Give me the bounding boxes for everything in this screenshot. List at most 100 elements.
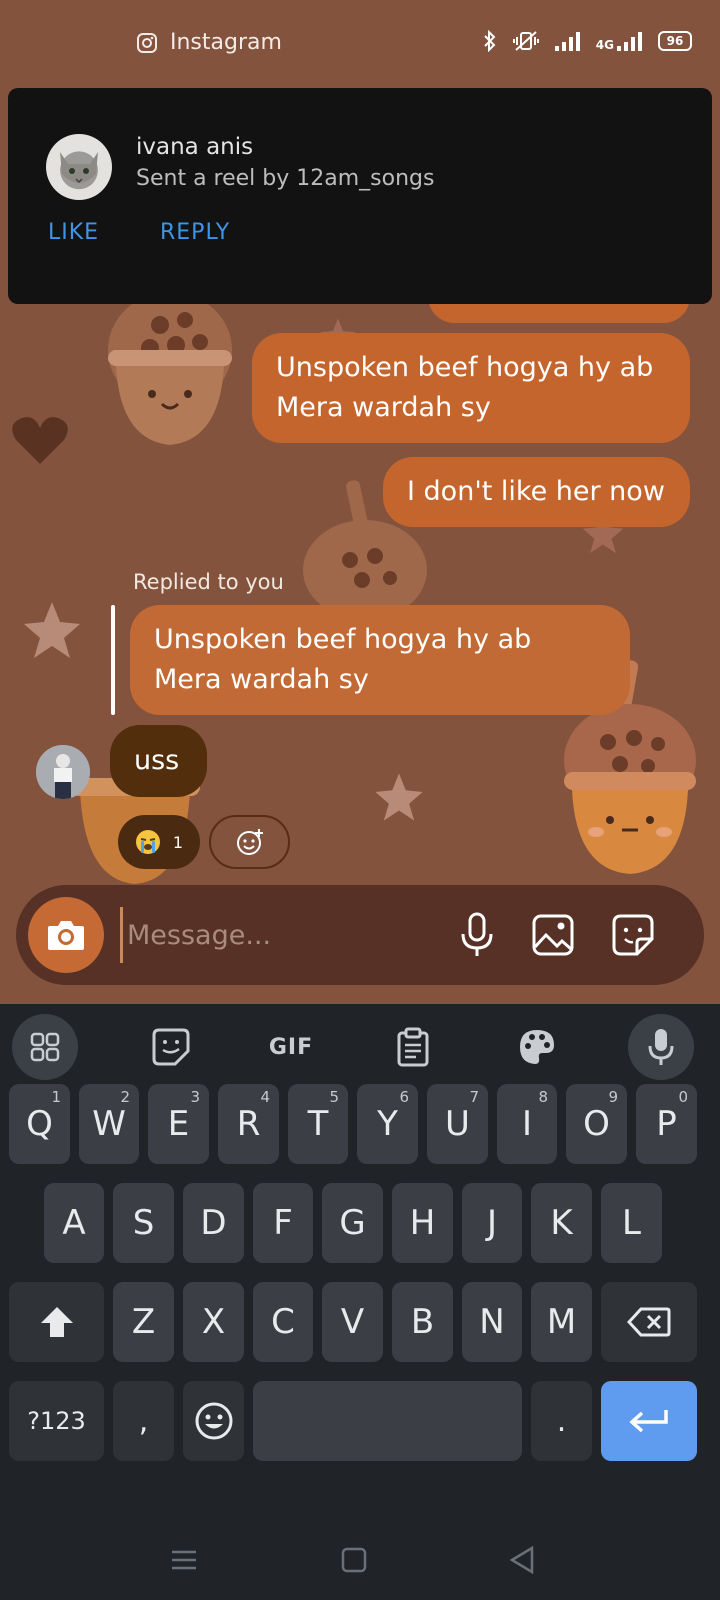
space-key[interactable] — [253, 1381, 522, 1461]
camera-icon — [48, 921, 84, 950]
keyboard-toolbar: GIF — [0, 1004, 720, 1088]
sticker-button[interactable] — [608, 910, 658, 960]
sender-name: ivana anis — [136, 134, 254, 160]
recents-button[interactable] — [164, 1542, 204, 1578]
instagram-icon — [137, 32, 157, 53]
signal-icon — [617, 32, 642, 51]
status-bar: Instagram 4G 96 — [0, 0, 720, 88]
key-v[interactable]: V — [322, 1282, 383, 1362]
add-reaction-button[interactable] — [209, 815, 290, 869]
backspace-key[interactable] — [601, 1282, 697, 1362]
enter-icon — [629, 1410, 668, 1433]
reply-quote-bar — [111, 605, 115, 715]
key-z[interactable]: Z — [113, 1282, 174, 1362]
key-k[interactable]: K — [531, 1183, 592, 1263]
signal-icon — [554, 32, 580, 51]
key-a[interactable]: A — [44, 1183, 104, 1263]
key-j[interactable]: J — [462, 1183, 522, 1263]
key-o[interactable]: O9 — [566, 1084, 627, 1164]
period-key[interactable]: . — [531, 1381, 592, 1461]
theme-button[interactable] — [504, 1014, 570, 1080]
key-p[interactable]: P0 — [636, 1084, 697, 1164]
shift-key[interactable] — [9, 1282, 104, 1362]
like-button[interactable]: LIKE — [48, 220, 99, 245]
keyboard-sticker-button[interactable] — [138, 1014, 204, 1080]
microphone-icon — [648, 1029, 674, 1065]
gif-button[interactable]: GIF — [258, 1014, 324, 1080]
key-g[interactable]: G — [322, 1183, 383, 1263]
key-b[interactable]: B — [392, 1282, 453, 1362]
message-input[interactable] — [120, 907, 440, 963]
key-n[interactable]: N — [462, 1282, 522, 1362]
smiley-icon — [195, 1402, 232, 1440]
key-q[interactable]: Q1 — [9, 1084, 70, 1164]
bluetooth-icon — [484, 30, 496, 52]
message-text: I don't like her now — [407, 476, 665, 507]
person-photo-icon — [36, 745, 90, 799]
star-doodle — [375, 773, 423, 821]
reply-button[interactable]: REPLY — [160, 220, 230, 245]
status-app-name: Instagram — [170, 30, 282, 55]
battery-level: 96 — [666, 34, 684, 48]
voice-typing-button[interactable] — [628, 1014, 694, 1080]
quoted-message-bubble[interactable]: Unspoken beef hogya hy ab Mera wardah sy — [130, 605, 630, 715]
menu-lines-icon — [172, 1550, 196, 1570]
reply-context-label: Replied to you — [133, 570, 284, 594]
key-r[interactable]: R4 — [218, 1084, 279, 1164]
image-icon — [532, 914, 574, 956]
home-button[interactable] — [334, 1542, 374, 1578]
onscreen-keyboard: GIF Q1 W2 E 3 R 4 T 5 Y 6 U 7 I 8 O 9 P … — [0, 1004, 720, 1600]
key-l[interactable]: L — [601, 1183, 662, 1263]
key-s[interactable]: S — [113, 1183, 174, 1263]
microphone-icon — [461, 912, 493, 956]
shift-icon — [40, 1307, 73, 1337]
gif-label: GIF — [268, 1034, 314, 1060]
message-notification[interactable]: ivana anis Sent a reel by 12am_songs LIK… — [8, 88, 712, 304]
key-m[interactable]: M — [531, 1282, 592, 1362]
battery-icon: 96 — [658, 31, 692, 51]
voice-message-button[interactable] — [452, 910, 502, 960]
sticker-icon — [612, 914, 654, 956]
quoted-message-text: Unspoken beef hogya hy ab Mera wardah sy — [154, 624, 532, 695]
key-e[interactable]: E3 — [148, 1084, 209, 1164]
backspace-icon — [627, 1307, 671, 1337]
message-composer — [16, 885, 704, 985]
notification-text: Sent a reel by 12am_songs — [136, 166, 435, 191]
symbols-key[interactable]: ?123 — [9, 1381, 104, 1461]
key-w[interactable]: W2 — [79, 1084, 139, 1164]
key-h[interactable]: H — [392, 1183, 453, 1263]
key-c[interactable]: C — [253, 1282, 313, 1362]
sender-avatar — [46, 134, 112, 200]
reaction-count: 1 — [172, 832, 184, 852]
heart-doodle — [12, 417, 68, 464]
message-text: Unspoken beef hogya hy ab Mera wardah sy — [276, 352, 654, 423]
bubble-tea-doodle — [108, 292, 232, 445]
sticker-icon — [152, 1028, 190, 1066]
clipboard-button[interactable] — [380, 1014, 446, 1080]
key-t[interactable]: T5 — [288, 1084, 348, 1164]
star-doodle — [24, 602, 80, 658]
clipboard-icon — [397, 1027, 429, 1067]
reaction-chip[interactable]: 1 — [118, 815, 200, 869]
key-y[interactable]: Y6 — [357, 1084, 418, 1164]
cat-photo-icon — [60, 152, 98, 184]
outgoing-message-bubble[interactable]: Unspoken beef hogya hy ab Mera wardah sy — [252, 333, 690, 443]
contact-avatar[interactable] — [36, 745, 90, 799]
outgoing-message-bubble[interactable]: I don't like her now — [383, 457, 690, 527]
enter-key[interactable] — [601, 1381, 697, 1461]
message-text: uss — [134, 745, 180, 776]
status-app-indicator: Instagram — [136, 30, 282, 55]
apps-button[interactable] — [12, 1014, 78, 1080]
key-x[interactable]: X — [183, 1282, 244, 1362]
camera-button[interactable] — [28, 897, 104, 973]
key-u[interactable]: U7 — [427, 1084, 488, 1164]
status-icons: 4G 96 — [482, 30, 692, 52]
incoming-message-bubble[interactable]: uss — [110, 725, 207, 797]
key-d[interactable]: D — [183, 1183, 244, 1263]
back-button[interactable] — [502, 1542, 542, 1578]
gallery-button[interactable] — [528, 910, 578, 960]
key-i[interactable]: I8 — [497, 1084, 557, 1164]
comma-key[interactable]: , — [113, 1381, 174, 1461]
key-f[interactable]: F — [253, 1183, 313, 1263]
emoji-key[interactable] — [183, 1381, 244, 1461]
